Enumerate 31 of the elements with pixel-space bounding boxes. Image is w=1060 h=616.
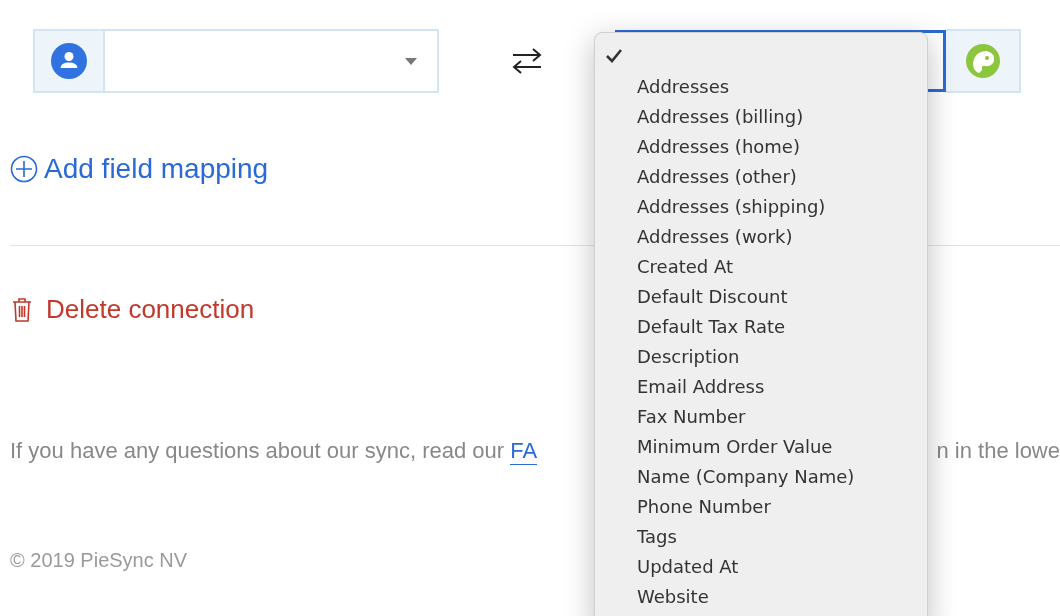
menu-item[interactable]: Name (Company Name) [595,461,927,491]
menu-item[interactable]: Description [595,341,927,371]
help-text: If you have any questions about our sync, read our [10,437,506,464]
delete-connection-link[interactable]: Delete connection [10,294,255,325]
menu-item[interactable]: Updated At [595,551,927,581]
menu-item[interactable]: Tags [595,521,927,551]
menu-item[interactable]: Minimum Order Value [595,431,927,461]
swap-arrows-icon [511,47,543,75]
menu-item[interactable]: Website [595,581,927,611]
menu-item[interactable]: Addresses (shipping) [595,191,927,221]
menu-item[interactable]: Default Discount [595,281,927,311]
help-text: n in the lowe [936,437,1060,464]
field-select[interactable] [105,29,439,93]
menu-item[interactable]: Addresses [595,71,927,101]
menu-item[interactable]: Addresses (home) [595,131,927,161]
add-field-mapping-link[interactable]: Add field mapping [10,153,269,185]
caret-icon [405,57,417,65]
check-icon [605,48,623,64]
menu-item[interactable]: Addresses (work) [595,221,927,251]
plus-circle-icon [10,155,38,183]
menu-item[interactable]: Fax Number [595,401,927,431]
copyright-text: © 2019 PieSync NV [10,548,188,572]
user-icon [51,43,87,79]
menu-item[interactable]: Addresses (billing) [595,101,927,131]
faq-link[interactable]: FA [510,437,538,465]
menu-item[interactable]: Default Tax Rate [595,311,927,341]
menu-item[interactable]: Email Address [595,371,927,401]
menu-item[interactable]: Addresses (other) [595,161,927,191]
menu-item[interactable]: Phone Number [595,491,927,521]
menu-item[interactable]: Created At [595,251,927,281]
trash-icon [12,297,32,322]
